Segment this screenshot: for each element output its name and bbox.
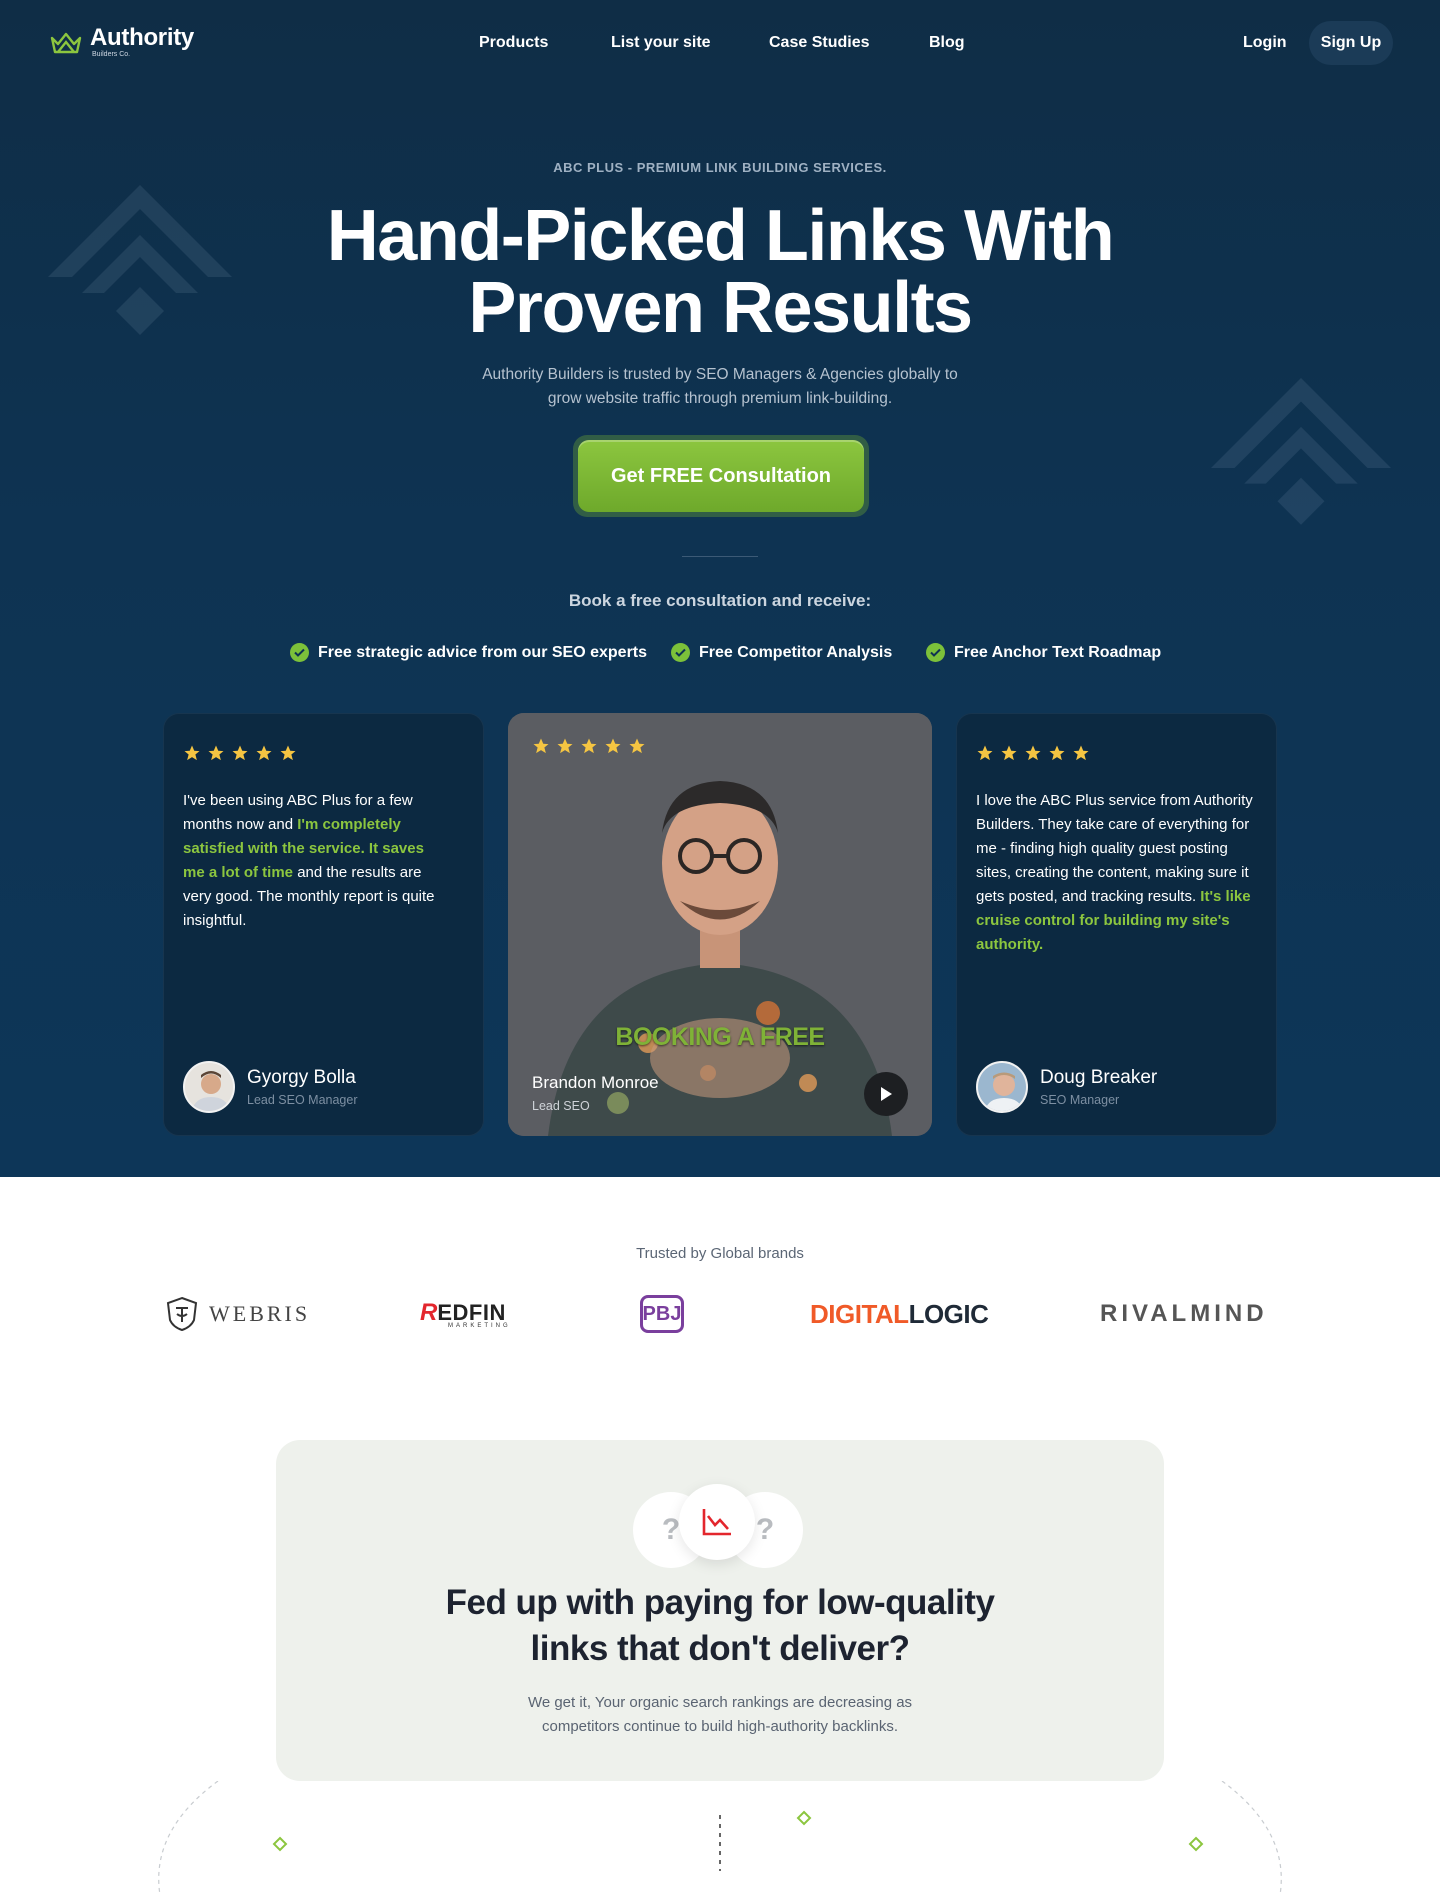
star-icon	[1001, 745, 1017, 761]
nav-link-case-studies[interactable]: Case Studies	[769, 34, 869, 52]
benefit-text: Free strategic advice from our SEO exper…	[318, 643, 648, 661]
brand-logo-webris: WEBRIS	[165, 1289, 310, 1339]
play-icon	[881, 1087, 892, 1101]
testimonial-author: Doug Breaker SEO Manager	[976, 1061, 1157, 1113]
cta-glow: Get FREE Consultation	[573, 435, 869, 517]
check-circle-icon	[671, 643, 690, 662]
logo-tagline: Builders Co.	[92, 51, 131, 58]
star-rating	[183, 744, 297, 762]
check-circle-icon	[926, 643, 945, 662]
brand-logo-digitallogic: DIGITAL LOGIC	[810, 1298, 989, 1329]
star-rating	[976, 744, 1090, 762]
brand-name: WEBRIS	[209, 1301, 311, 1326]
hero-divider	[682, 556, 758, 557]
hero-subline: Authority Builders is trusted by SEO Man…	[482, 366, 958, 407]
star-icon	[184, 745, 200, 761]
headline-line-1: Hand-Picked Links With	[326, 196, 1115, 276]
problem-card: ? ? Fed up with paying for low-quality l…	[276, 1440, 1164, 1781]
star-icon	[581, 738, 597, 754]
benefit-text: Free Anchor Text Roadmap	[954, 643, 1162, 661]
brand-logo-pbj: PBJ	[640, 1289, 684, 1339]
nav-link-list-your-site[interactable]: List your site	[611, 34, 711, 52]
logo-crown-icon	[50, 32, 82, 54]
hero-eyebrow: ABC PLUS - PREMIUM LINK BUILDING SERVICE…	[553, 160, 887, 175]
avatar	[183, 1061, 235, 1113]
testimonial-author: Gyorgy Bolla Lead SEO Manager	[183, 1061, 358, 1113]
problem-body: We get it, Your organic search rankings …	[527, 1694, 913, 1735]
brand-logo[interactable]: Authority Builders Co.	[50, 26, 194, 58]
star-icon	[605, 738, 621, 754]
shield-icon	[166, 1296, 198, 1332]
nav-link-products[interactable]: Products	[479, 34, 548, 52]
star-icon	[208, 745, 224, 761]
testimonial-quote: I love the ABC Plus service from Authori…	[976, 792, 1253, 953]
author-role: SEO Manager	[1040, 1093, 1120, 1107]
star-icon	[232, 745, 248, 761]
trusted-label: Trusted by Global brands	[636, 1245, 804, 1262]
problem-icons: ? ?	[633, 1484, 803, 1568]
star-icon	[977, 745, 993, 761]
hero-headline: Hand-Picked Links With Proven Results	[0, 200, 1440, 344]
star-icon	[557, 738, 573, 754]
book-consultation-label: Book a free consultation and receive:	[568, 591, 872, 610]
top-navigation: Authority Builders Co. Products List you…	[0, 0, 1440, 86]
get-free-consultation-button[interactable]: Get FREE Consultation	[578, 440, 864, 512]
benefit-item: Free Anchor Text Roadmap	[926, 643, 1161, 662]
author-role: Lead SEO	[532, 1099, 590, 1113]
author-role: Lead SEO Manager	[247, 1093, 358, 1107]
star-icon	[1073, 745, 1089, 761]
problem-title: Fed up with paying for low-quality links…	[445, 1583, 995, 1668]
avatar	[976, 1061, 1028, 1113]
testimonial-quote: I've been using ABC Plus for a few month…	[183, 792, 435, 929]
star-icon	[533, 738, 549, 754]
testimonial-card: I've been using ABC Plus for a few month…	[163, 713, 484, 1136]
decorative-orbit	[158, 1781, 1282, 1895]
chart-decline-icon	[679, 1484, 755, 1560]
author-name: Gyorgy Bolla	[247, 1067, 356, 1088]
star-icon	[1025, 745, 1041, 761]
logo-wordmark: Authority	[90, 24, 194, 51]
brand-logo-rivalmind: RIVALMIND	[1100, 1300, 1268, 1327]
brand-logo-redfin: REDFIN MARKETING	[420, 1299, 511, 1329]
benefit-item: Free Competitor Analysis	[671, 643, 892, 662]
check-circle-icon	[290, 643, 309, 662]
nav-link-blog[interactable]: Blog	[929, 34, 965, 52]
video-testimonial-card[interactable]: BOOKING A FREE Brandon Monroe Lead SEO	[508, 713, 932, 1136]
testimonial-card: I love the ABC Plus service from Authori…	[956, 713, 1277, 1136]
hero-section: Authority Builders Co. Products List you…	[0, 0, 1440, 1177]
star-icon	[280, 745, 296, 761]
star-rating	[532, 737, 646, 755]
author-name: Brandon Monroe	[532, 1073, 659, 1092]
star-icon	[1049, 745, 1065, 761]
benefit-text: Free Competitor Analysis	[699, 643, 893, 661]
login-link[interactable]: Login	[1243, 34, 1287, 52]
signup-button[interactable]: Sign Up	[1309, 21, 1393, 65]
star-icon	[256, 745, 272, 761]
benefit-item: Free strategic advice from our SEO exper…	[290, 643, 647, 662]
star-icon	[629, 738, 645, 754]
headline-line-2: Proven Results	[468, 268, 973, 348]
video-caption: BOOKING A FREE	[615, 1023, 825, 1051]
chevron-decoration-icon	[1211, 378, 1391, 525]
author-name: Doug Breaker	[1040, 1067, 1158, 1088]
play-button[interactable]	[864, 1072, 908, 1116]
